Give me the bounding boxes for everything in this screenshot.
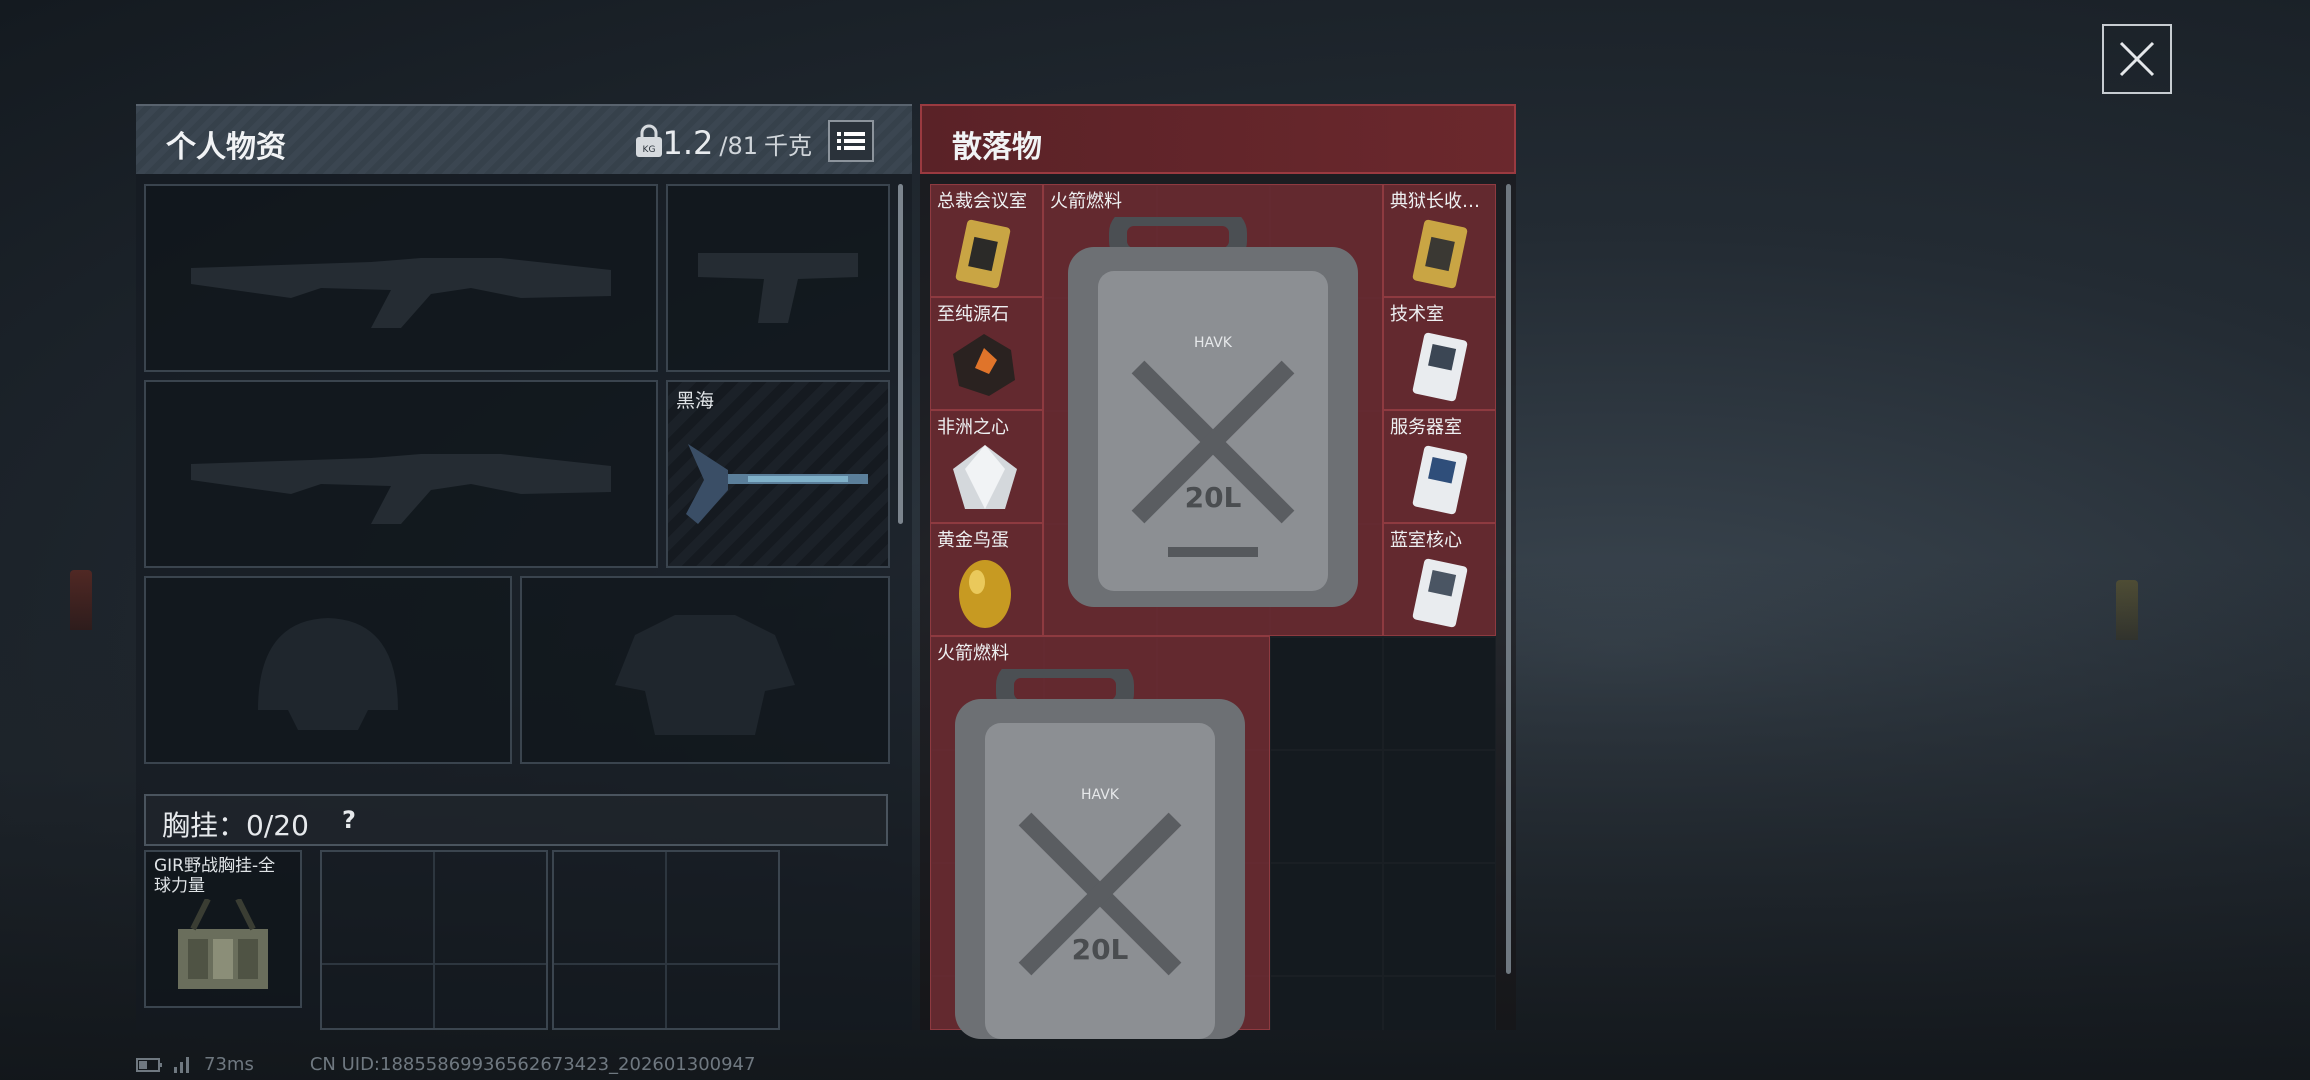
loot-item-label: 技术室: [1390, 304, 1444, 325]
white-keycard-icon: [1412, 445, 1468, 515]
canister-brand-text: HAVK: [1081, 787, 1120, 803]
axe-icon: [686, 444, 868, 524]
list-view-button[interactable]: [828, 120, 874, 162]
loot-panel-title: 散落物: [952, 130, 1042, 165]
loot-item[interactable]: 非洲之心: [930, 410, 1043, 523]
right-scrollbar[interactable]: [1506, 184, 1511, 974]
loot-item[interactable]: 火箭燃料 20L HAVK: [1043, 184, 1383, 636]
traffic-cone: [70, 570, 92, 630]
gold-keycard-icon: [955, 219, 1011, 289]
loot-item-label: 黄金鸟蛋: [937, 530, 1009, 551]
chest-rig-grid[interactable]: [320, 850, 548, 1030]
loot-item-label: 典狱长收…: [1390, 191, 1480, 212]
chest-rig-item-label: GIR野战胸挂-全球力量: [154, 856, 276, 896]
svg-text:KG: KG: [643, 145, 656, 155]
chest-rig-label: 胸挂：0/20: [162, 809, 309, 842]
golden-egg-icon: [959, 560, 1011, 628]
weight-max: /81: [719, 132, 758, 160]
loot-item-label: 非洲之心: [937, 417, 1009, 438]
chest-rig-item[interactable]: GIR野战胸挂-全球力量: [144, 850, 302, 1008]
weight-unit: 千克: [764, 132, 812, 160]
weight-current: 1.2: [662, 124, 714, 162]
slot-primary-weapon-1[interactable]: [144, 184, 658, 372]
slot-helmet[interactable]: [144, 576, 512, 764]
canister-volume-text: 20L: [1185, 481, 1242, 514]
chest-rig-bar: 胸挂：0/20 ?: [144, 794, 888, 846]
loot-item[interactable]: 蓝室核心: [1383, 523, 1496, 636]
loot-item[interactable]: 技术室: [1383, 297, 1496, 410]
helmet-silhouette-icon: [258, 618, 398, 730]
melee-label: 黑海: [676, 390, 715, 412]
slot-pistol[interactable]: [666, 184, 890, 372]
loot-item-label: 蓝室核心: [1390, 530, 1462, 551]
loot-item[interactable]: 至纯源石: [930, 297, 1043, 410]
loot-item-label: 至纯源石: [937, 304, 1009, 325]
panel-header: 个人物资 KG 1.2 /81 千克: [136, 104, 912, 174]
loot-item[interactable]: 火箭燃料 20L HAVK: [930, 636, 1270, 1039]
white-keycard-icon: [1412, 558, 1468, 628]
armor-silhouette-icon: [615, 615, 795, 735]
white-keycard-icon: [1412, 332, 1468, 402]
fuel-canister-icon: 20L HAVK: [1068, 217, 1358, 607]
loot-panel-header: 散落物: [920, 104, 1516, 174]
loot-item[interactable]: 典狱长收…: [1383, 184, 1496, 297]
loot-item-label: 火箭燃料: [937, 643, 1009, 664]
slot-melee[interactable]: 黑海: [666, 380, 890, 568]
diamond-icon: [953, 445, 1017, 509]
rifle-silhouette-icon: [191, 258, 611, 328]
pistol-silhouette-icon: [698, 253, 858, 323]
panel-title: 个人物资: [166, 130, 286, 165]
signal-icon: [174, 1056, 189, 1073]
uid-readout: CN UID:18855869936562673423_202601300947: [309, 1054, 756, 1075]
gold-keycard-icon: [1412, 219, 1468, 289]
ore-gem-icon: [953, 334, 1015, 396]
loot-item-label: 总裁会议室: [937, 191, 1027, 212]
loot-item[interactable]: 服务器室: [1383, 410, 1496, 523]
traffic-cone: [2116, 580, 2138, 640]
status-footer: 73ms CN UID:18855869936562673423_2026013…: [136, 1054, 755, 1075]
loot-item[interactable]: 总裁会议室: [930, 184, 1043, 297]
canister-brand-text: HAVK: [1194, 335, 1233, 351]
help-icon[interactable]: ?: [342, 806, 356, 834]
canister-volume-text: 20L: [1072, 933, 1129, 966]
chest-rig-icon: [178, 899, 268, 989]
list-icon: [837, 132, 865, 150]
loot-item-label: 火箭燃料: [1050, 191, 1122, 212]
loot-panel: 散落物 总裁会议室 火箭燃料 20L HAVK 典狱长收… 至纯源石 技术室 非…: [920, 104, 1516, 1039]
personal-inventory-panel: 个人物资 KG 1.2 /81 千克 黑海 胸挂：0/20 ? GIR野战胸挂-…: [136, 104, 912, 1030]
weight-lock-icon: KG: [636, 124, 662, 157]
slot-armor[interactable]: [520, 576, 890, 764]
loot-item[interactable]: 黄金鸟蛋: [930, 523, 1043, 636]
close-icon: [2119, 41, 2155, 77]
close-button[interactable]: [2102, 24, 2172, 94]
ping-readout: 73ms: [204, 1054, 254, 1075]
fuel-canister-icon: 20L HAVK: [955, 669, 1245, 1039]
weight-readout: 1.2 /81 千克: [662, 124, 812, 162]
loot-grid[interactable]: 总裁会议室 火箭燃料 20L HAVK 典狱长收… 至纯源石 技术室 非洲之心 …: [930, 184, 1496, 1039]
rifle-silhouette-icon: [191, 454, 611, 524]
left-scrollbar[interactable]: [898, 184, 903, 524]
battery-icon: [136, 1057, 162, 1072]
chest-rig-grid[interactable]: [552, 850, 780, 1030]
loot-item-label: 服务器室: [1390, 417, 1462, 438]
slot-primary-weapon-2[interactable]: [144, 380, 658, 568]
